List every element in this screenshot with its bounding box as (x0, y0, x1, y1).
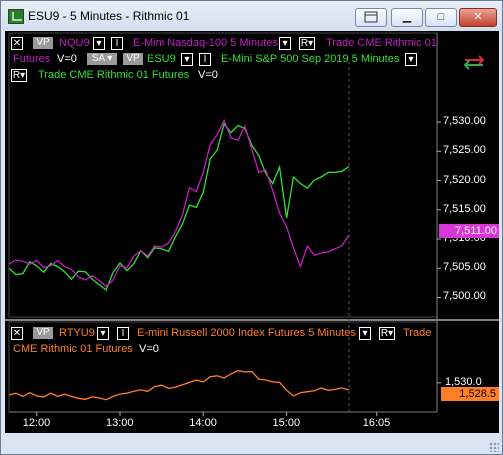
nq-volume: V=0 (57, 53, 77, 65)
es-period-dropdown[interactable]: ▾ (405, 53, 417, 66)
es-trade-info: Trade CME Rithmic 01 Futures (38, 69, 190, 81)
chart-window: ESU9 - 5 Minutes - Rithmic 01 ▁ □ ✕ ✕ VP… (0, 0, 503, 455)
rty-exchange-info: CME Rithmic 01 Futures (13, 343, 133, 355)
es-vp-button[interactable]: VP (123, 53, 143, 65)
chart-area[interactable]: ✕ VP NQU9 ▾ I E-Mini Nasdaq-100 5 Minute… (5, 31, 499, 433)
status-bar (1, 434, 502, 454)
maximize-icon: □ (437, 11, 445, 23)
es-r-button[interactable]: R▾ (11, 69, 27, 82)
rty-vp-button[interactable]: VP (33, 327, 53, 339)
price-tick-label: 7,505.00 (443, 261, 486, 274)
nq-last-price-label: 7,511.00 (439, 224, 499, 238)
price-tick-label: 7,530.00 (443, 115, 486, 128)
es-dropdown-button[interactable]: ▾ (181, 53, 193, 66)
remove-rty-button[interactable]: ✕ (11, 327, 23, 340)
maximize-button[interactable]: □ (425, 8, 457, 27)
title-bar[interactable]: ESU9 - 5 Minutes - Rithmic 01 ▁ □ ✕ (1, 1, 502, 31)
rty-i-button[interactable]: I (117, 327, 129, 340)
upper-price-ticks (437, 121, 441, 298)
time-tick-label: 14:00 (189, 417, 217, 429)
rty-last-price-label: 1,528.5 (441, 387, 499, 401)
rty-dropdown-button[interactable]: ▾ (97, 327, 109, 340)
nq-symbol[interactable]: NQU9 (59, 37, 90, 49)
price-tick-label: 1,530.0 (445, 375, 482, 388)
rty-symbol[interactable]: RTYU9 (59, 327, 95, 339)
settings-window-icon (364, 11, 378, 23)
sa-dropdown-button[interactable]: SA ▾ (87, 53, 117, 65)
nq-period-dropdown[interactable]: ▾ (279, 37, 291, 50)
rty-r-button[interactable]: R▾ (379, 327, 395, 340)
compare-arrows-icon[interactable] (463, 55, 485, 70)
nq-i-button[interactable]: I (111, 37, 123, 50)
rty-description: E-mini Russell 2000 Index Futures 5 Minu… (137, 327, 356, 339)
time-tick-label: 12:00 (22, 417, 51, 429)
close-button[interactable]: ✕ (459, 8, 497, 27)
nq-trade-info: Trade CME Rithmic 01 (326, 37, 437, 49)
chart-canvas[interactable] (5, 31, 499, 433)
time-tick-label: 15:00 (272, 417, 301, 429)
es-price-line (8, 122, 350, 291)
minimize-button[interactable]: ▁ (391, 8, 423, 27)
price-tick-label: 7,520.00 (443, 173, 486, 186)
resize-grip-icon[interactable] (489, 442, 499, 452)
nq-description: E-Mini Nasdaq-100 5 Minutes (133, 37, 278, 49)
es-volume: V=0 (198, 69, 218, 81)
rty-volume: V=0 (139, 343, 159, 355)
window-settings-button[interactable] (355, 8, 387, 27)
nq-r-button[interactable]: R▾ (299, 37, 315, 50)
time-tick-label: 16:05 (362, 417, 391, 429)
nq-dropdown-button[interactable]: ▾ (93, 37, 105, 50)
time-tick-label: 13:00 (106, 417, 134, 429)
es-description: E-Mini S&P 500 Sep 2019 5 Minutes (221, 53, 400, 65)
nq-futures: Futures (13, 53, 51, 65)
es-symbol[interactable]: ESU9 (147, 53, 176, 65)
price-tick-label: 7,500.00 (443, 290, 486, 303)
price-tick-label: 7,515.00 (443, 202, 486, 215)
price-tick-label: 7,525.00 (443, 144, 486, 157)
nq-vp-button[interactable]: VP (33, 37, 53, 49)
window-title: ESU9 - 5 Minutes - Rithmic 01 (28, 9, 190, 23)
es-i-button[interactable]: I (199, 53, 211, 66)
app-chart-icon (8, 9, 24, 24)
minimize-icon: ▁ (402, 11, 412, 23)
rty-price-line (8, 369, 350, 401)
close-icon: ✕ (473, 11, 483, 23)
rty-period-dropdown[interactable]: ▾ (359, 327, 371, 340)
nq-price-line (8, 118, 350, 288)
time-ticks (36, 412, 378, 416)
rty-trade: Trade (403, 327, 432, 339)
remove-nq-button[interactable]: ✕ (11, 37, 23, 50)
series-layer (8, 118, 350, 401)
